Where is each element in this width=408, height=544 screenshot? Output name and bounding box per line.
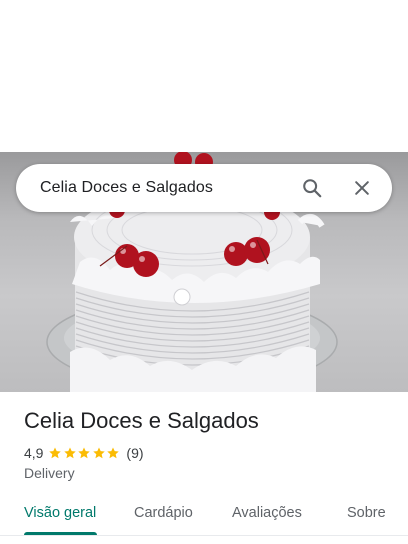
- close-button[interactable]: [346, 172, 378, 204]
- rating-value: 4,9: [24, 445, 44, 461]
- star-rating: [48, 446, 120, 460]
- place-tabs: Visão geral Cardápio Avaliações Sobre: [0, 492, 408, 536]
- tab-about[interactable]: Sobre: [347, 492, 386, 536]
- star-icon: [78, 447, 90, 459]
- search-icon: [303, 179, 322, 198]
- tab-menu[interactable]: Cardápio: [134, 492, 193, 536]
- search-bar[interactable]: Celia Doces e Salgados: [16, 164, 392, 212]
- place-category: Delivery: [24, 465, 75, 481]
- star-icon: [107, 447, 119, 459]
- close-icon: [355, 181, 369, 195]
- rating-row[interactable]: 4,9 (9): [24, 444, 144, 462]
- tabs-divider: [0, 535, 408, 536]
- review-count[interactable]: (9): [126, 445, 143, 461]
- search-input[interactable]: Celia Doces e Salgados: [40, 179, 296, 197]
- search-button[interactable]: [296, 172, 328, 204]
- place-title: Celia Doces e Salgados: [24, 408, 259, 433]
- star-icon: [49, 447, 62, 459]
- tab-overview[interactable]: Visão geral: [24, 492, 96, 536]
- star-icon: [64, 447, 76, 459]
- star-icon: [92, 447, 105, 459]
- tab-reviews[interactable]: Avaliações: [232, 492, 302, 536]
